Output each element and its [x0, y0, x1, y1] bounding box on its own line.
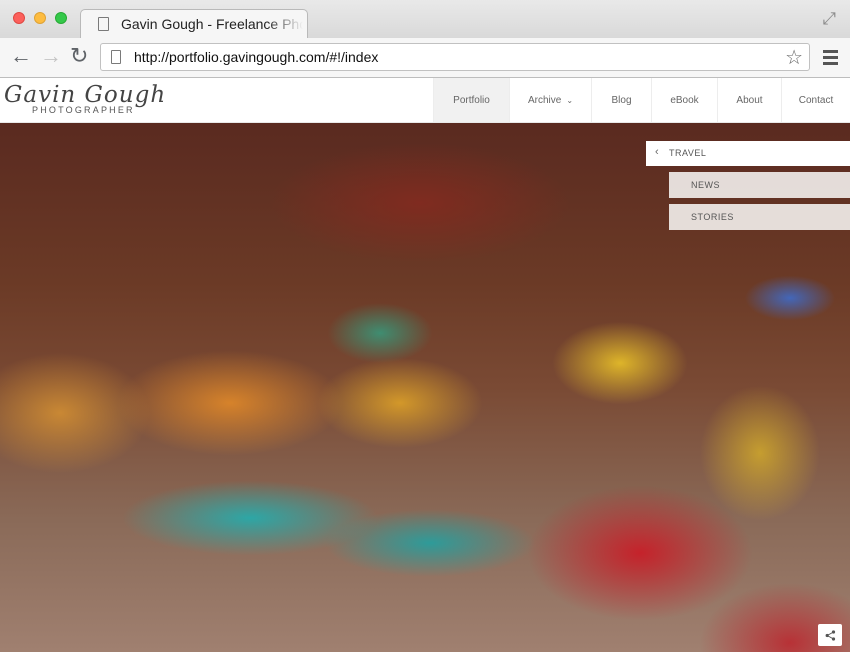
nav-label: About	[736, 94, 763, 106]
back-button[interactable]: ←	[10, 44, 32, 68]
reload-button[interactable]: ↻	[70, 44, 88, 68]
submenu-parent-travel[interactable]: ‹ TRAVEL	[646, 141, 850, 166]
nav-portfolio[interactable]: Portfolio	[433, 78, 509, 122]
tab-title: Gavin Gough - Freelance Photographer	[121, 16, 303, 32]
submenu-item-news[interactable]: NEWS	[669, 172, 850, 198]
browser-toolbar: ← → ↻ http://portfolio.gavingough.com/#!…	[0, 38, 850, 78]
chevron-left-icon: ‹	[655, 146, 659, 158]
nav-contact[interactable]: Contact	[781, 78, 850, 122]
nav-label: Portfolio	[453, 94, 490, 106]
nav-archive[interactable]: Archive ⌄	[509, 78, 591, 122]
url-text[interactable]: http://portfolio.gavingough.com/#!/index	[134, 49, 378, 65]
nav-ebook[interactable]: eBook	[651, 78, 717, 122]
submenu-item-stories[interactable]: STORIES	[669, 204, 850, 230]
zoom-window-button[interactable]	[55, 12, 67, 24]
nav-label: eBook	[670, 94, 699, 106]
forward-button[interactable]: →	[40, 44, 62, 68]
minimize-window-button[interactable]	[34, 12, 46, 24]
share-icon	[825, 629, 835, 641]
nav-label: Blog	[611, 94, 632, 106]
logo-name: Gavin Gough	[4, 82, 167, 108]
page-icon	[98, 17, 109, 31]
chevron-down-icon: ⌄	[566, 95, 574, 105]
page-icon	[111, 50, 121, 64]
browser-menu-icon[interactable]	[823, 50, 838, 68]
address-bar[interactable]: http://portfolio.gavingough.com/#!/index…	[100, 43, 810, 71]
nav-blog[interactable]: Blog	[591, 78, 651, 122]
share-button[interactable]	[818, 624, 842, 646]
site-header: Gavin Gough PHOTOGRAPHER Portfolio Archi…	[0, 78, 850, 123]
main-nav: Portfolio Archive ⌄ Blog eBook About Con…	[433, 78, 850, 122]
nav-label: Archive	[527, 94, 562, 106]
submenu-item-label: STORIES	[691, 212, 734, 222]
browser-titlebar: Gavin Gough - Freelance Photographer ⤢	[0, 0, 850, 39]
nav-label: Contact	[798, 94, 834, 106]
site-logo[interactable]: Gavin Gough PHOTOGRAPHER	[4, 83, 166, 115]
fullscreen-icon[interactable]: ⤢	[822, 9, 836, 29]
bookmark-star-icon[interactable]: ☆	[785, 45, 803, 70]
browser-tab[interactable]: Gavin Gough - Freelance Photographer	[80, 9, 308, 39]
submenu-item-label: NEWS	[691, 180, 720, 190]
hero-photo[interactable]	[0, 123, 850, 652]
nav-about[interactable]: About	[717, 78, 781, 122]
submenu-parent-label: TRAVEL	[669, 148, 707, 158]
close-window-button[interactable]	[13, 12, 25, 24]
